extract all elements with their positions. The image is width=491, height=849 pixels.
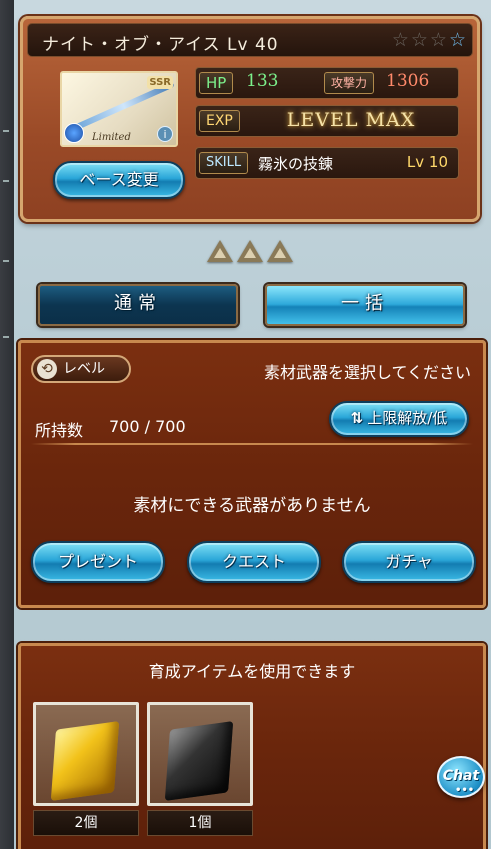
gacha-button[interactable]: ガチャ — [342, 541, 476, 583]
card-header: ナイト・オブ・アイス Lv 40 ☆ ☆ ☆ ☆ — [27, 23, 473, 57]
level-max-text: LEVEL MAX — [286, 109, 416, 131]
star-icon: ☆ — [391, 29, 409, 51]
quest-button[interactable]: クエスト — [187, 541, 321, 583]
sort-arrows-icon: ⇅ — [350, 409, 364, 427]
weapon-card: ナイト・オブ・アイス Lv 40 ☆ ☆ ☆ ☆ SSR Limited i ベ… — [20, 16, 480, 222]
skill-label: SKILL — [199, 152, 249, 174]
uncap-triangle-icon — [207, 240, 233, 262]
present-button[interactable]: プレゼント — [31, 541, 165, 583]
uncap-indicator — [207, 240, 293, 262]
water-element-icon — [64, 123, 84, 143]
limited-label: Limited — [92, 132, 131, 143]
uncap-stars: ☆ ☆ ☆ ☆ — [392, 29, 466, 51]
item-count: 1個 — [147, 810, 253, 836]
uncap-triangle-icon — [237, 240, 263, 262]
select-prompt: 素材武器を選択してください — [263, 363, 471, 382]
exp-label: EXP — [199, 110, 240, 132]
level-sort-label: レベル — [63, 361, 105, 377]
items-title: 育成アイテムを使用できます — [148, 662, 356, 681]
atk-label: 攻撃力 — [324, 72, 375, 94]
edge-mark — [3, 130, 9, 132]
star-icon: ☆ — [410, 29, 428, 51]
gold-bar-icon — [50, 721, 120, 801]
edge-mark — [3, 260, 9, 262]
hp-atk-row: HP 133 攻撃力 1306 — [195, 67, 459, 99]
refresh-icon: ⟲ — [37, 359, 57, 379]
uncap-sort-label: 上限解放/低 — [367, 409, 448, 427]
atk-value: 1306 — [386, 71, 430, 91]
tab-normal[interactable]: 通常 — [38, 284, 238, 326]
skill-row[interactable]: SKILL 霧氷の技錬 Lv 10 — [195, 147, 459, 179]
weapon-image[interactable]: SSR Limited i — [60, 71, 178, 147]
star-icon: ☆ — [429, 29, 447, 51]
item-slot-dark[interactable]: 1個 — [147, 702, 253, 836]
weapon-enhance-screen: ナイト・オブ・アイス Lv 40 ☆ ☆ ☆ ☆ SSR Limited i ベ… — [14, 0, 491, 849]
tab-bulk[interactable]: 一括 — [265, 284, 465, 326]
skill-level: Lv 10 — [406, 153, 448, 171]
star-icon: ☆ — [448, 29, 466, 51]
item-slot-gold[interactable]: 2個 — [33, 702, 139, 836]
base-change-button[interactable]: ベース変更 — [53, 161, 185, 199]
items-panel: 育成アイテムを使用できます 2個 1個 — [18, 643, 486, 849]
chat-dots-icon: ••• — [455, 785, 475, 796]
item-thumb — [33, 702, 139, 806]
level-sort-button[interactable]: ⟲ レベル — [31, 355, 131, 383]
hp-label: HP — [199, 72, 234, 94]
info-icon[interactable]: i — [157, 126, 173, 142]
item-count: 2個 — [33, 810, 139, 836]
edge-mark — [3, 180, 9, 182]
chat-label: Chat — [442, 768, 480, 784]
uncap-sort-button[interactable]: ⇅ 上限解放/低 — [329, 401, 469, 437]
skill-name: 霧氷の技錬 — [258, 155, 334, 173]
edge-mark — [3, 336, 9, 338]
material-panel: ⟲ レベル 素材武器を選択してください 所持数 700 / 700 ⇅ 上限解放/… — [18, 340, 486, 608]
item-thumb — [147, 702, 253, 806]
owned-label: 所持数 — [35, 421, 84, 440]
rarity-badge: SSR — [147, 76, 173, 89]
uncap-triangle-icon — [267, 240, 293, 262]
hp-value: 133 — [246, 71, 279, 91]
left-edge-strip — [0, 0, 14, 849]
owned-value: 700 / 700 — [109, 417, 186, 436]
dark-bar-icon — [164, 721, 234, 801]
weapon-title: ナイト・オブ・アイス Lv 40 — [42, 35, 279, 55]
exp-row: EXP LEVEL MAX — [195, 105, 459, 137]
empty-message: 素材にできる武器がありません — [133, 496, 371, 516]
divider — [31, 443, 473, 445]
chat-button[interactable]: Chat ••• — [437, 756, 485, 798]
